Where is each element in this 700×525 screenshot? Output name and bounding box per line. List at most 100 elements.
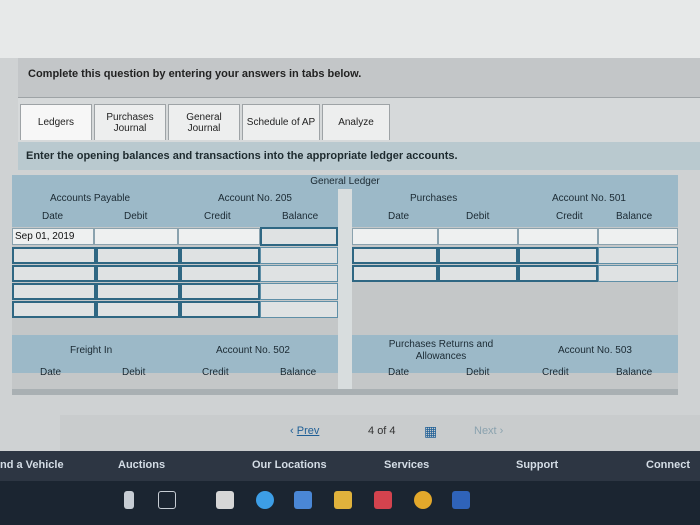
tab-general-journal-label: General Journal [186,111,222,134]
fi-col-date: Date [40,367,62,378]
store-icon[interactable] [216,491,234,509]
mail-icon[interactable] [294,491,312,509]
footer-find-vehicle[interactable]: nd a Vehicle [0,459,64,471]
general-ledger-title: General Ledger [12,175,678,189]
windows-taskbar [0,481,700,525]
pu-col-debit: Debit [466,211,490,222]
general-ledger-panel: General Ledger Accounts Payable Account … [12,175,678,395]
page-top-area [0,0,700,58]
next-button[interactable]: Next › [474,425,503,437]
pr-col-debit: Debit [466,367,490,378]
pu-credit-input[interactable] [518,247,598,264]
freight-in-name: Freight In [70,345,113,356]
grid-icon[interactable]: ▦ [424,423,437,440]
tab-general-journal[interactable]: General Journal [168,104,240,140]
folder-icon[interactable] [334,491,352,509]
pu-col-balance: Balance [616,211,653,222]
tab-purchases-journal-label: Purchases Journal [106,111,154,134]
accounts-payable-account-no: Account No. 205 [218,193,292,204]
chrome-icon[interactable] [414,491,432,509]
ap-credit-input[interactable] [180,247,260,264]
ap-credit-input[interactable] [180,265,260,282]
ap-credit-input[interactable] [180,283,260,300]
fi-col-credit: Credit [202,367,229,378]
ap-debit-cell[interactable] [94,228,178,245]
ap-date-input[interactable] [12,301,96,318]
task-view-icon[interactable] [158,491,176,509]
tab-purchases-journal[interactable]: Purchases Journal [94,104,166,140]
pu-debit-input[interactable] [438,265,518,282]
footer-locations[interactable]: Our Locations [252,459,327,471]
footer-auctions[interactable]: Auctions [118,459,165,471]
ledger-separator [338,189,352,395]
freight-in-account-no: Account No. 502 [216,345,290,356]
ap-date-input[interactable] [12,247,96,264]
page-total: of 4 [377,425,396,437]
app-icon[interactable] [374,491,392,509]
tab-bar: Ledgers Purchases Journal General Journa… [18,98,700,142]
ap-col-balance: Balance [282,211,319,222]
footer-connect[interactable]: Connect [646,459,690,471]
pu-date-input[interactable] [352,247,438,264]
tab-schedule-of-ap-label: Schedule of AP [246,117,316,128]
fi-col-debit: Debit [122,367,146,378]
pu-balance-cell[interactable] [598,228,678,245]
fi-col-balance: Balance [280,367,317,378]
pr-col-credit: Credit [542,367,569,378]
purchases-account-no: Account No. 501 [552,193,626,204]
tab-analyze-label: Analyze [338,117,374,128]
purchases-returns-account-no: Account No. 503 [558,345,632,356]
word-icon[interactable] [452,491,470,509]
purchases-returns-name: Purchases Returns and Allowances [388,339,494,362]
horizontal-scrollbar[interactable] [12,389,678,395]
purchases-name: Purchases [410,193,458,204]
prev-button[interactable]: ‹ Prev [290,425,319,437]
ap-date-input[interactable] [12,283,96,300]
tab-ledgers-label: Ledgers [37,117,75,128]
ap-credit-cell[interactable] [178,228,260,245]
pu-credit-input[interactable] [518,265,598,282]
pu-balance-output [598,265,678,282]
ap-balance-output [260,283,338,300]
page-indicator: 4 of 4 [368,425,396,437]
ap-debit-input[interactable] [96,247,180,264]
accounts-payable-name: Accounts Payable [50,193,131,204]
current-page: 4 [368,425,375,437]
ap-balance-input[interactable] [260,227,338,246]
pu-date-cell[interactable] [352,228,438,245]
tab-schedule-of-ap[interactable]: Schedule of AP [242,104,320,140]
pagination-bar: ‹ Prev 4 of 4 ▦ Next › [60,415,700,451]
pu-credit-cell[interactable] [518,228,598,245]
pu-debit-input[interactable] [438,247,518,264]
tab-ledgers[interactable]: Ledgers [20,104,92,140]
tab-analyze[interactable]: Analyze [322,104,390,140]
instruction-label: Enter the opening balances and transacti… [26,150,458,162]
ap-debit-input[interactable] [96,301,180,318]
footer-services[interactable]: Services [384,459,429,471]
ap-col-date: Date [42,211,64,222]
ap-balance-output [260,301,338,318]
pu-balance-output [598,247,678,264]
pr-col-date: Date [388,367,410,378]
instruction-text: Enter the opening balances and transacti… [18,142,700,170]
ap-date-input[interactable] [12,265,96,282]
next-label: Next [474,425,497,437]
footer-support[interactable]: Support [516,459,558,471]
banner-text: Complete this question by entering your … [28,68,362,80]
prev-label: Prev [296,425,320,437]
pu-date-input[interactable] [352,265,438,282]
ap-col-credit: Credit [204,211,231,222]
ap-balance-output [260,265,338,282]
pu-debit-cell[interactable] [438,228,518,245]
question-banner: Complete this question by entering your … [18,58,700,98]
ap-date-cell[interactable]: Sep 01, 2019 [12,228,94,245]
edge-icon[interactable] [256,491,274,509]
ap-balance-output [260,247,338,264]
ap-debit-input[interactable] [96,265,180,282]
ap-debit-input[interactable] [96,283,180,300]
pu-col-credit: Credit [556,211,583,222]
pu-col-date: Date [388,211,410,222]
cortana-icon[interactable] [124,491,134,509]
ap-date-value: Sep 01, 2019 [15,231,75,242]
ap-credit-input[interactable] [180,301,260,318]
